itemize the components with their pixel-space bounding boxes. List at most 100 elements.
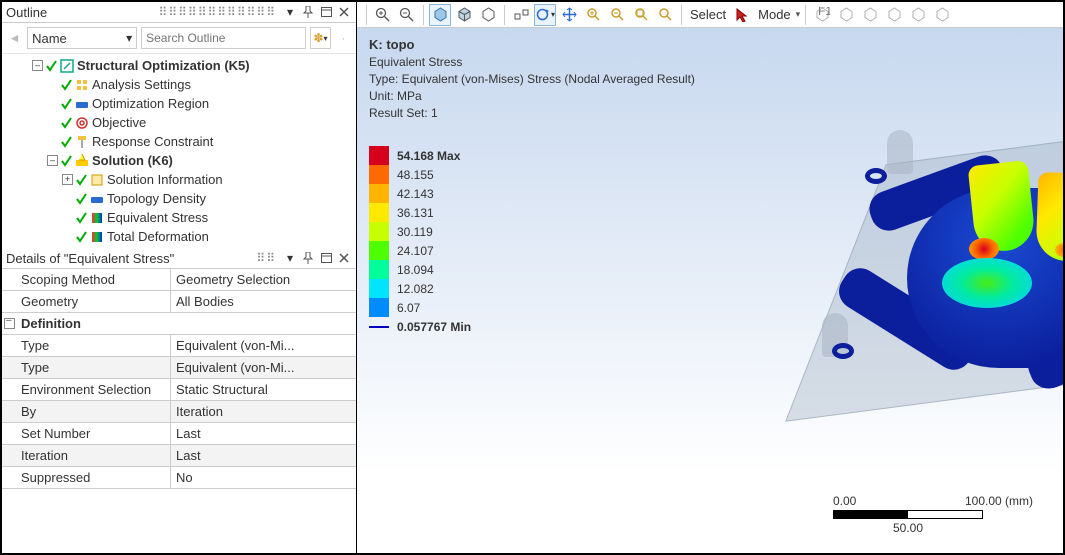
zoom-sel-icon[interactable]: [654, 4, 676, 26]
view-left-icon[interactable]: [907, 4, 929, 26]
detail-label: Environment Selection: [16, 379, 171, 400]
tree-label: Total Deformation: [107, 229, 209, 244]
detail-row-scoping[interactable]: Scoping MethodGeometry Selection: [2, 269, 356, 291]
window-icon[interactable]: [318, 250, 334, 266]
expand-icon[interactable]: +: [62, 174, 73, 185]
checkmark-icon: [61, 79, 73, 91]
legend-swatch: [369, 165, 389, 184]
viewport-3d[interactable]: K: topo Equivalent Stress Type: Equivale…: [357, 28, 1063, 553]
shading-icon[interactable]: [429, 4, 451, 26]
detail-row-type1[interactable]: TypeEquivalent (von-Mi...: [2, 335, 356, 357]
pin-icon[interactable]: [300, 4, 316, 20]
detail-row-env[interactable]: Environment SelectionStatic Structural: [2, 379, 356, 401]
zoom-box-icon[interactable]: [606, 4, 628, 26]
checkmark-icon: [46, 60, 58, 72]
pan-icon[interactable]: [558, 4, 580, 26]
legend-value: 6.07: [397, 301, 420, 315]
detail-label: Iteration: [16, 445, 171, 466]
dropdown-icon[interactable]: ▾: [282, 4, 298, 20]
legend-value: 24.107: [397, 244, 434, 258]
dropdown-icon[interactable]: ▾: [282, 250, 298, 266]
detail-row-geometry[interactable]: GeometryAll Bodies: [2, 291, 356, 313]
info-icon: [90, 173, 104, 187]
tree-node-density[interactable]: Topology Density: [2, 189, 356, 208]
rotate-icon[interactable]: ▾: [534, 4, 556, 26]
outline-filter-row: ◄ Name▾ ✽▾ ·: [2, 23, 356, 54]
legend-swatch: [369, 279, 389, 298]
detail-value: Equivalent (von-Mi...: [171, 357, 356, 378]
constraint-icon: [75, 135, 89, 149]
zoom-fit-icon[interactable]: [630, 4, 652, 26]
pin-icon[interactable]: [300, 250, 316, 266]
tree-node-deform[interactable]: Total Deformation: [2, 227, 356, 246]
tree-node-objective[interactable]: Objective: [2, 113, 356, 132]
legend-swatch: [369, 203, 389, 222]
tree-label: Solution Information: [107, 172, 223, 187]
legend-swatch: [369, 298, 389, 317]
back-icon[interactable]: ◄: [6, 28, 23, 48]
tree-label: Structural Optimization (K5): [77, 58, 250, 73]
cursor-icon[interactable]: [731, 4, 753, 26]
view-toolbar: ▾ Select Mode▾ F1: [357, 2, 1063, 28]
detail-label: Type: [16, 357, 171, 378]
window-icon[interactable]: [318, 4, 334, 20]
solution-icon: [75, 154, 89, 168]
view-front-icon[interactable]: [835, 4, 857, 26]
view-back-icon[interactable]: [859, 4, 881, 26]
legend-swatch: [369, 326, 389, 328]
detail-row-supp[interactable]: SuppressedNo: [2, 467, 356, 489]
tree-node-response[interactable]: Response Constraint: [2, 132, 356, 151]
tree-node-analysis[interactable]: Analysis Settings: [2, 75, 356, 94]
outline-header: Outline ⠿⠿⠿⠿⠿⠿⠿⠿⠿⠿⠿⠿ ▾: [2, 2, 356, 23]
info-line: Equivalent Stress: [369, 54, 695, 71]
legend-swatch: [369, 146, 389, 165]
search-input[interactable]: [141, 27, 306, 49]
detail-row-set[interactable]: Set NumberLast: [2, 423, 356, 445]
explode-icon[interactable]: [510, 4, 532, 26]
mode-button[interactable]: Mode: [755, 7, 794, 22]
select-button[interactable]: Select: [687, 7, 729, 22]
collapse-icon[interactable]: –: [32, 60, 43, 71]
close-icon[interactable]: [336, 250, 352, 266]
zoom-out-icon[interactable]: [396, 4, 418, 26]
detail-row-type2[interactable]: TypeEquivalent (von-Mi...: [2, 357, 356, 379]
detail-row-by[interactable]: ByIteration: [2, 401, 356, 423]
details-table: Scoping MethodGeometry Selection Geometr…: [2, 269, 356, 553]
detail-label: Set Number: [16, 423, 171, 444]
tree-label: Objective: [92, 115, 146, 130]
shading-wire-icon[interactable]: [453, 4, 475, 26]
deform-icon: [90, 230, 104, 244]
detail-value: No: [171, 467, 356, 488]
tree-node-solution[interactable]: – Solution (K6): [2, 151, 356, 170]
detail-value: Equivalent (von-Mi...: [171, 335, 356, 356]
zoom-tool-icon[interactable]: [582, 4, 604, 26]
expand-dot-icon: ·: [335, 28, 352, 48]
tree-node-region[interactable]: Optimization Region: [2, 94, 356, 113]
zoom-in-icon[interactable]: [372, 4, 394, 26]
color-legend: 54.168 Max 48.155 42.143 36.131 30.119 2…: [369, 146, 471, 336]
drag-dots-icon: ⠿⠿⠿⠿⠿⠿⠿⠿⠿⠿⠿⠿: [159, 5, 276, 19]
info-line: Unit: MPa: [369, 88, 695, 105]
details-title: Details of "Equivalent Stress": [6, 251, 256, 266]
checkmark-icon: [61, 155, 73, 167]
close-icon[interactable]: [336, 4, 352, 20]
filter-button[interactable]: ✽▾: [310, 27, 331, 49]
tree-node-stress[interactable]: Equivalent Stress: [2, 208, 356, 227]
legend-swatch: [369, 241, 389, 260]
tree-label: Optimization Region: [92, 96, 209, 111]
tree-node-root[interactable]: – Structural Optimization (K5): [2, 56, 356, 75]
tree-node-solinfo[interactable]: + Solution Information: [2, 170, 356, 189]
checkmark-icon: [61, 117, 73, 129]
view-right-icon[interactable]: [883, 4, 905, 26]
region-icon: [75, 97, 89, 111]
legend-value: 42.143: [397, 187, 434, 201]
name-dropdown[interactable]: Name▾: [27, 27, 137, 49]
view-iso-icon[interactable]: F1: [811, 4, 833, 26]
wireframe-icon[interactable]: [477, 4, 499, 26]
collapse-icon[interactable]: –: [47, 155, 58, 166]
legend-swatch: [369, 260, 389, 279]
view-top-icon[interactable]: [931, 4, 953, 26]
detail-row-iter[interactable]: IterationLast: [2, 445, 356, 467]
detail-label: Suppressed: [16, 467, 171, 488]
detail-group-definition[interactable]: Definition: [2, 313, 356, 335]
